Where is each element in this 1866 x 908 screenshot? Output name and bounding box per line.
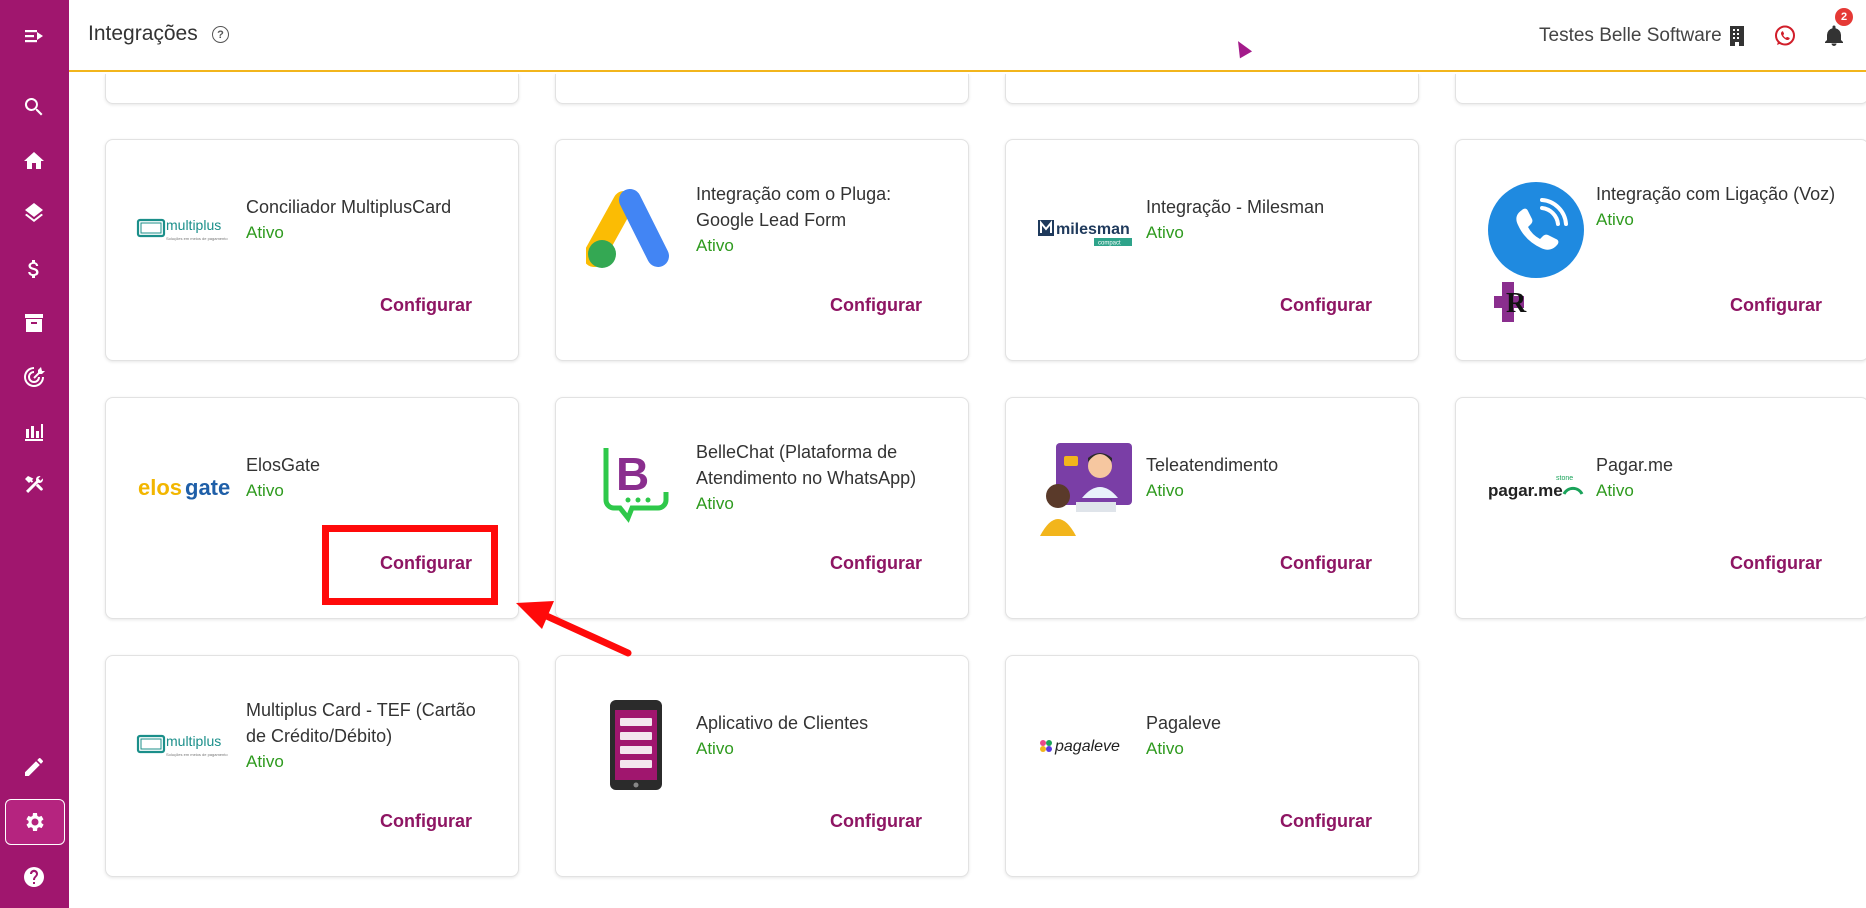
elos-logo-text: elos xyxy=(138,475,182,500)
elosgate-logo: elos gate xyxy=(136,438,236,538)
status-label: Ativo xyxy=(246,223,284,242)
configure-button[interactable]: Configurar xyxy=(361,290,491,320)
bellechat-logo: B xyxy=(586,438,686,538)
card-title: Multiplus Card - TEF (Cartão de Crédito/… xyxy=(246,700,476,746)
card-title: Integração com o Pluga: Google Lead Form xyxy=(696,184,892,230)
building-icon[interactable] xyxy=(1724,23,1750,49)
chart-icon[interactable] xyxy=(14,411,54,451)
milesman-logo-subtext: compact xyxy=(1098,241,1121,247)
home-icon[interactable] xyxy=(14,141,54,181)
multiplus-logo-subtext: Soluções em meios de pagamento xyxy=(166,236,228,241)
multiplus-logo: multiplus Soluções em meios de pagamento xyxy=(136,696,236,796)
gear-icon[interactable] xyxy=(5,799,65,845)
status-label: Ativo xyxy=(696,236,734,255)
annotation-arrow xyxy=(516,601,632,657)
card-title: Integração com Ligação (Voz) xyxy=(1596,184,1836,204)
status-label: Ativo xyxy=(1146,739,1184,758)
integration-card: stone pagar.me Pagar.me Ativo Configurar xyxy=(1455,397,1866,619)
bellechat-logo-text: B xyxy=(616,448,649,500)
archive-icon[interactable] xyxy=(14,303,54,343)
integration-card: Aplicativo de Clientes Ativo Configurar xyxy=(555,655,969,877)
configure-button[interactable]: Configurar xyxy=(1261,290,1391,320)
milesman-logo: milesman compact xyxy=(1036,180,1136,280)
tools-icon[interactable] xyxy=(14,465,54,505)
gate-logo-text: gate xyxy=(185,475,230,500)
pagarme-logo-text: pagar.me xyxy=(1488,481,1563,500)
status-label: Ativo xyxy=(246,481,284,500)
card-partial xyxy=(1005,74,1419,104)
status-label: Ativo xyxy=(246,752,284,771)
page-title: Integrações xyxy=(88,22,198,45)
configure-button[interactable]: Configurar xyxy=(811,290,941,320)
multiplus-logo-text: multiplus xyxy=(166,217,221,233)
teleatendimento-logo xyxy=(1036,438,1136,538)
configure-button[interactable]: Configurar xyxy=(1261,548,1391,578)
integration-card: B BelleChat (Plataforma de Atendimento n… xyxy=(555,397,969,619)
question-circle-icon[interactable]: ? xyxy=(212,26,229,43)
multiplus-logo: multiplus Soluções em meios de pagamento xyxy=(136,180,236,280)
integration-card: pagaleve Pagaleve Ativo Configurar xyxy=(1005,655,1419,877)
status-label: Ativo xyxy=(1596,481,1634,500)
dollar-icon[interactable] xyxy=(14,249,54,289)
multiplus-logo-subtext: Soluções em meios de pagamento xyxy=(166,752,228,757)
configure-button[interactable]: Configurar xyxy=(361,806,491,836)
card-partial xyxy=(1455,74,1866,104)
layers-icon[interactable] xyxy=(14,195,54,235)
pagarme-logo: stone pagar.me xyxy=(1486,438,1586,538)
card-title: Integração - Milesman xyxy=(1146,197,1325,217)
search-icon[interactable] xyxy=(14,87,54,127)
card-title: ElosGate xyxy=(246,455,321,475)
menu-collapse-icon[interactable] xyxy=(14,16,54,56)
multiplus-logo-text: multiplus xyxy=(166,733,221,749)
status-label: Ativo xyxy=(1596,210,1634,229)
status-label: Ativo xyxy=(696,494,734,513)
integration-card: Teleatendimento Ativo Configurar xyxy=(1005,397,1419,619)
integration-card: milesman compact Integração - Milesman A… xyxy=(1005,139,1419,361)
r-brand-icon: R xyxy=(1492,280,1532,324)
status-label: Ativo xyxy=(1146,481,1184,500)
card-title: Pagar.me xyxy=(1596,455,1674,475)
pagaleve-logo-text: pagaleve xyxy=(1054,738,1120,755)
annotation-highlight-box xyxy=(322,525,498,605)
notification-badge: 2 xyxy=(1835,8,1853,26)
configure-button[interactable]: Configurar xyxy=(1711,548,1841,578)
status-label: Ativo xyxy=(696,739,734,758)
svg-text:R: R xyxy=(1506,288,1527,319)
help-icon[interactable] xyxy=(14,857,54,897)
company-name[interactable]: Testes Belle Software xyxy=(1539,25,1722,47)
card-title: Teleatendimento xyxy=(1146,455,1279,475)
pencil-icon[interactable] xyxy=(14,747,54,787)
configure-button[interactable]: Configurar xyxy=(1261,806,1391,836)
card-title: Pagaleve xyxy=(1146,713,1222,733)
top-header: Integrações ? Testes Belle Software 2 xyxy=(69,0,1866,72)
integration-card: multiplus Soluções em meios de pagamento… xyxy=(105,655,519,877)
status-label: Ativo xyxy=(1146,223,1184,242)
integration-card: Integração com o Pluga: Google Lead Form… xyxy=(555,139,969,361)
milesman-logo-text: milesman xyxy=(1056,221,1130,238)
card-title: Aplicativo de Clientes xyxy=(696,713,869,733)
configure-button[interactable]: Configurar xyxy=(811,806,941,836)
pagaleve-logo: pagaleve xyxy=(1036,696,1136,796)
configure-button[interactable]: Configurar xyxy=(1711,290,1841,320)
card-partial xyxy=(105,74,519,104)
phone-call-logo xyxy=(1486,180,1586,280)
integration-card: multiplus Soluções em meios de pagamento… xyxy=(105,139,519,361)
sidebar xyxy=(0,0,69,908)
bell-icon[interactable] xyxy=(1821,23,1847,49)
card-partial xyxy=(555,74,969,104)
configure-button[interactable]: Configurar xyxy=(811,548,941,578)
integrations-grid: multiplus Soluções em meios de pagamento… xyxy=(69,74,1866,908)
card-title: BelleChat (Plataforma de Atendimento no … xyxy=(696,442,917,488)
integration-card: R Integração com Ligação (Voz) Ativo Con… xyxy=(1455,139,1866,361)
google-ads-logo xyxy=(586,180,686,280)
card-title: Conciliador MultiplusCard xyxy=(246,197,452,217)
whatsapp-icon[interactable] xyxy=(1772,23,1798,49)
mobile-app-logo xyxy=(586,696,686,796)
target-icon[interactable] xyxy=(14,357,54,397)
